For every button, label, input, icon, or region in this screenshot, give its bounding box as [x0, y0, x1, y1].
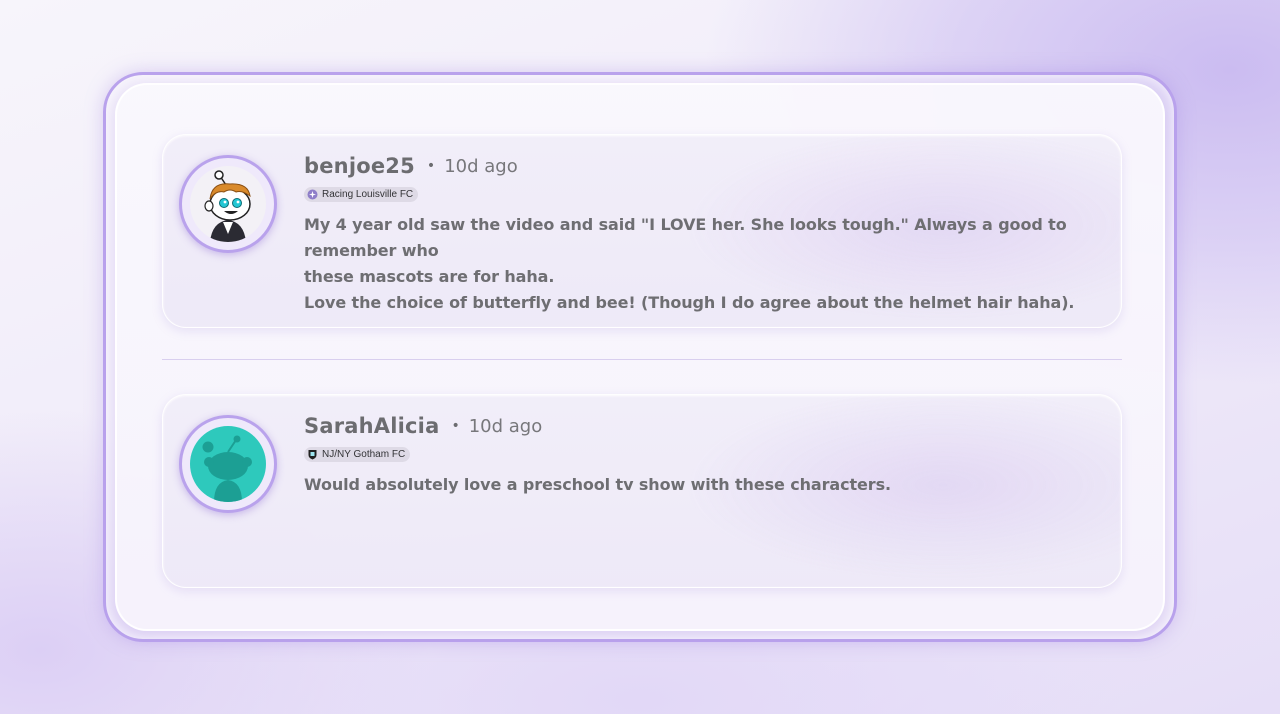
username-link[interactable]: SarahAlicia: [304, 414, 439, 438]
comment-body: Would absolutely love a preschool tv sho…: [304, 472, 1091, 498]
user-avatar[interactable]: [179, 415, 277, 513]
comment-body-line: these mascots are for haha.: [304, 267, 555, 286]
username-link[interactable]: benjoe25: [304, 154, 415, 178]
comment-meta: SarahAlicia • 10d ago: [304, 411, 1091, 441]
comment-content: SarahAlicia • 10d ago NJ/NY Gotham FC Wo…: [304, 411, 1091, 498]
gotham-fc-crest-icon: [307, 449, 318, 460]
comment-body-line: remember who: [304, 241, 439, 260]
comment-meta: benjoe25 • 10d ago: [304, 151, 1091, 181]
comment-body-line: Love the choice of butterfly and bee! (T…: [304, 293, 1075, 312]
comment-body-line: My 4 year old saw the video and said "I …: [304, 215, 1067, 234]
comment-card: SarahAlicia • 10d ago NJ/NY Gotham FC Wo…: [162, 394, 1122, 588]
comment-card: benjoe25 • 10d ago Racing Louisville FC …: [162, 134, 1122, 328]
comment-body-line: Would absolutely love a preschool tv sho…: [304, 475, 891, 494]
timestamp[interactable]: 10d ago: [444, 156, 518, 177]
timestamp[interactable]: 10d ago: [469, 416, 543, 437]
comment-content: benjoe25 • 10d ago Racing Louisville FC …: [304, 151, 1091, 316]
snoo-avatar-costume-icon: [190, 166, 266, 242]
snoo-default-avatar-icon: [190, 426, 266, 502]
racing-louisville-crest-icon: [307, 189, 318, 200]
user-flair: Racing Louisville FC: [304, 187, 419, 202]
meta-separator: •: [451, 418, 460, 434]
flair-label: NJ/NY Gotham FC: [322, 449, 406, 460]
comment-thread-frame: benjoe25 • 10d ago Racing Louisville FC …: [103, 72, 1177, 642]
comment-thread-panel: benjoe25 • 10d ago Racing Louisville FC …: [115, 83, 1165, 631]
user-avatar[interactable]: [179, 155, 277, 253]
comment-divider: [162, 359, 1122, 360]
meta-separator: •: [426, 158, 436, 174]
user-flair: NJ/NY Gotham FC: [304, 447, 411, 462]
comment-body: My 4 year old saw the video and said "I …: [304, 212, 1091, 316]
flair-label: Racing Louisville FC: [322, 189, 414, 200]
